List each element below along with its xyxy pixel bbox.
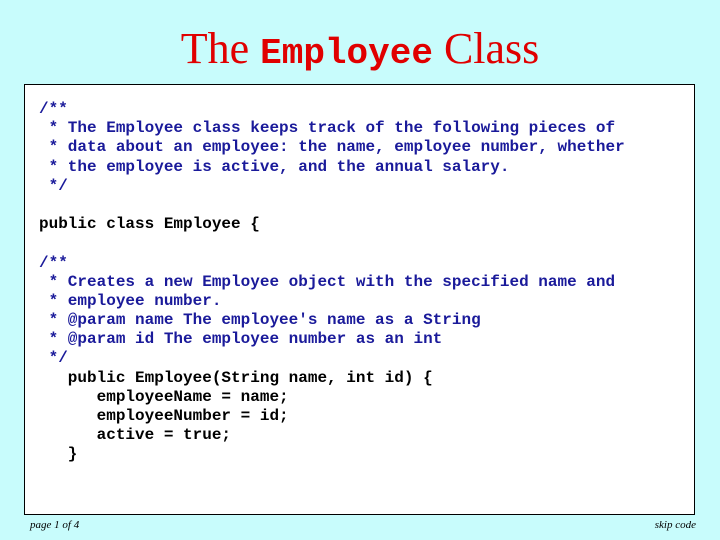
code-line: public class Employee {	[39, 215, 260, 234]
code-line: * employee number.	[39, 291, 222, 310]
code-listing: /** * The Employee class keeps track of …	[39, 100, 625, 465]
code-line: * Creates a new Employee object with the…	[39, 272, 616, 291]
code-line: employeeName = name;	[39, 387, 289, 406]
code-panel: /** * The Employee class keeps track of …	[24, 84, 695, 515]
code-line: public Employee(String name, int id) {	[39, 368, 433, 387]
code-line: /**	[39, 253, 68, 272]
code-line: */	[39, 176, 68, 195]
code-line: */	[39, 349, 68, 368]
code-line: * @param name The employee's name as a S…	[39, 311, 481, 330]
slide-title: The Employee Class	[0, 22, 720, 81]
code-line: }	[39, 445, 78, 464]
code-line: active = true;	[39, 426, 232, 445]
code-line: * The Employee class keeps track of the …	[39, 119, 616, 138]
skip-code-link[interactable]: skip code	[655, 519, 696, 531]
title-prefix: The	[180, 24, 261, 73]
page-indicator: page 1 of 4	[30, 519, 80, 531]
code-line: employeeNumber = id;	[39, 407, 289, 425]
code-line: * @param id The employee number as an in…	[39, 330, 443, 349]
code-line: * data about an employee: the name, empl…	[39, 138, 625, 157]
code-line: * the employee is active, and the annual…	[39, 157, 510, 176]
title-suffix: Class	[432, 24, 540, 73]
title-code-word: Employee	[260, 33, 433, 74]
code-line: /**	[39, 100, 68, 118]
